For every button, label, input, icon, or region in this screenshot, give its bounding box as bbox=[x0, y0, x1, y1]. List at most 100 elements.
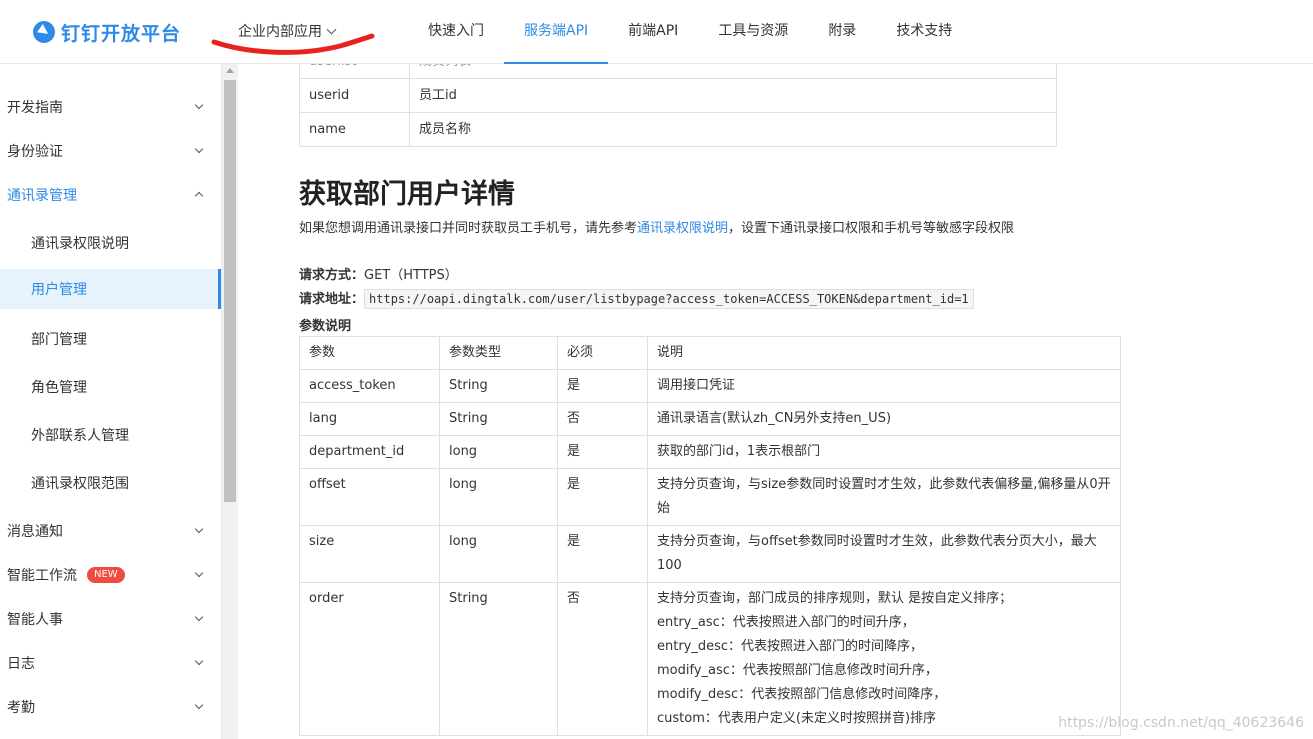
table-header-row: 参数 参数类型 必须 说明 bbox=[299, 336, 1121, 370]
table-row: userlist 成员列表 bbox=[299, 64, 1057, 79]
table-cell: 是 bbox=[557, 435, 648, 469]
table-cell: 支持分页查询，部门成员的排序规则，默认 是按自定义排序； entry_asc：代… bbox=[647, 582, 1121, 736]
chevron-down-icon bbox=[194, 524, 204, 534]
table-cell: order bbox=[299, 582, 440, 736]
logo-text: 钉钉开放平台 bbox=[61, 22, 182, 45]
chevron-down-icon bbox=[194, 100, 204, 110]
watermark: https://blog.csdn.net/qq_40623646 bbox=[1058, 715, 1304, 731]
params-table: 参数 参数类型 必须 说明 access_token String 是 调用接口… bbox=[299, 336, 1121, 736]
sidebar-item-label: 消息通知 bbox=[7, 524, 63, 540]
table-row: order String 否 支持分页查询，部门成员的排序规则，默认 是按自定义… bbox=[299, 582, 1121, 736]
sidebar-item-label: 外部联系人管理 bbox=[31, 428, 129, 444]
dingtalk-logo-icon bbox=[33, 21, 55, 43]
table-cell: String bbox=[439, 582, 558, 736]
table-cell: 是 bbox=[557, 525, 648, 583]
nav-tools-resources[interactable]: 工具与资源 bbox=[698, 0, 808, 64]
sidebar-item-label: 开发指南 bbox=[7, 100, 63, 116]
table-cell: 否 bbox=[557, 402, 648, 436]
sidebar-item-log[interactable]: 日志 bbox=[0, 641, 221, 685]
sidebar-item-user-management[interactable]: 用户管理 bbox=[0, 269, 221, 309]
sidebar-scrollbar-thumb[interactable] bbox=[224, 80, 236, 502]
table-cell: long bbox=[439, 468, 558, 526]
url-label: 请求地址： bbox=[299, 292, 365, 307]
request-method: 请求方式：GET（HTTPS） bbox=[299, 264, 458, 283]
sidebar-item-label: 用户管理 bbox=[31, 282, 87, 298]
section-title: 获取部门用户详情 bbox=[299, 179, 515, 210]
logo[interactable]: 钉钉开放平台 bbox=[33, 19, 181, 45]
table-cell: offset bbox=[299, 468, 440, 526]
table-cell: 支持分页查询，与size参数同时设置时才生效，此参数代表偏移量,偏移量从0开始 bbox=[647, 468, 1121, 526]
table-cell: access_token bbox=[299, 369, 440, 403]
sidebar-item-label: 智能人事 bbox=[7, 612, 63, 628]
table-row: name 成员名称 bbox=[299, 112, 1057, 147]
sidebar-item-attendance[interactable]: 考勤 bbox=[0, 685, 221, 729]
table-header-cell: 参数类型 bbox=[439, 336, 558, 370]
chevron-down-icon bbox=[194, 656, 204, 666]
chevron-down-icon bbox=[194, 700, 204, 710]
nav-frontend-api[interactable]: 前端API bbox=[608, 0, 698, 64]
table-cell: size bbox=[299, 525, 440, 583]
table-cell: long bbox=[439, 435, 558, 469]
sidebar-item-hr[interactable]: 智能人事 bbox=[0, 597, 221, 641]
top-header: 钉钉开放平台 企业内部应用 快速入门 服务端API 前端API 工具与资源 附录… bbox=[0, 0, 1313, 64]
intro-text: 如果您想调用通讯录接口并同时获取员工手机号，请先参考 bbox=[299, 221, 638, 236]
nav-server-api[interactable]: 服务端API bbox=[504, 0, 609, 64]
params-heading: 参数说明 bbox=[299, 315, 351, 334]
request-url: 请求地址： https://oapi.dingtalk.com/user/list… bbox=[299, 288, 974, 309]
nav-appendix[interactable]: 附录 bbox=[808, 0, 876, 64]
scroll-up-arrow-icon[interactable] bbox=[226, 68, 234, 73]
table-cell: 是 bbox=[557, 468, 648, 526]
table-cell: userid bbox=[299, 78, 410, 113]
table-cell: 通讯录语言(默认zh_CN另外支持en_US) bbox=[647, 402, 1121, 436]
sidebar-item-label: 智能工作流 bbox=[7, 568, 77, 584]
sidebar: 开发指南 身份验证 通讯录管理 通讯录权限说明 用户管理 部门管理 角色管理 外… bbox=[0, 64, 222, 739]
table-header-cell: 参数 bbox=[299, 336, 440, 370]
table-cell: 是 bbox=[557, 369, 648, 403]
intro-paragraph: 如果您想调用通讯录接口并同时获取员工手机号，请先参考通讯录权限说明，设置下通讯录… bbox=[299, 217, 1014, 236]
sidebar-item-role-management[interactable]: 角色管理 bbox=[0, 365, 221, 409]
table-row: lang String 否 通讯录语言(默认zh_CN另外支持en_US) bbox=[299, 402, 1121, 436]
sidebar-item-workflow[interactable]: 智能工作流 NEW bbox=[0, 553, 221, 597]
table-header-cell: 说明 bbox=[647, 336, 1121, 370]
sidebar-item-label: 部门管理 bbox=[31, 332, 87, 348]
response-field-table: userlist 成员列表 userid 员工id name 成员名称 bbox=[299, 64, 1057, 147]
sidebar-item-external-contacts[interactable]: 外部联系人管理 bbox=[0, 413, 221, 457]
sidebar-item-label: 通讯录权限说明 bbox=[31, 236, 129, 252]
sidebar-item-auth[interactable]: 身份验证 bbox=[0, 129, 221, 173]
table-cell: 成员名称 bbox=[409, 112, 1057, 147]
intro-text: ，设置下通讯录接口权限和手机号等敏感字段权限 bbox=[728, 221, 1015, 236]
table-cell: name bbox=[299, 112, 410, 147]
sidebar-item-label: 身份验证 bbox=[7, 144, 63, 160]
sidebar-item-label: 考勤 bbox=[7, 700, 35, 716]
table-cell: userlist bbox=[299, 64, 410, 79]
sidebar-item-messages[interactable]: 消息通知 bbox=[0, 509, 221, 553]
table-cell: 员工id bbox=[409, 78, 1057, 113]
red-annotation-stroke bbox=[211, 33, 375, 55]
table-cell: String bbox=[439, 369, 558, 403]
nav-support[interactable]: 技术支持 bbox=[876, 0, 972, 64]
permission-doc-link[interactable]: 通讯录权限说明 bbox=[637, 221, 728, 236]
chevron-down-icon bbox=[194, 144, 204, 154]
table-row: offset long 是 支持分页查询，与size参数同时设置时才生效，此参数… bbox=[299, 468, 1121, 526]
sidebar-item-contacts[interactable]: 通讯录管理 bbox=[0, 173, 221, 217]
table-cell: 否 bbox=[557, 582, 648, 736]
table-row: department_id long 是 获取的部门id，1表示根部门 bbox=[299, 435, 1121, 469]
chevron-up-icon bbox=[194, 191, 204, 201]
table-cell: long bbox=[439, 525, 558, 583]
sidebar-item-dev-guide[interactable]: 开发指南 bbox=[0, 85, 221, 129]
nav-quickstart[interactable]: 快速入门 bbox=[408, 0, 504, 64]
url-code: https://oapi.dingtalk.com/user/listbypag… bbox=[364, 289, 974, 309]
table-header-cell: 必须 bbox=[557, 336, 648, 370]
params-label: 参数说明 bbox=[299, 319, 352, 334]
sidebar-item-dept-management[interactable]: 部门管理 bbox=[0, 317, 221, 361]
table-row: userid 员工id bbox=[299, 78, 1057, 113]
sidebar-item-label: 日志 bbox=[7, 656, 35, 672]
sidebar-item-contacts-permission[interactable]: 通讯录权限说明 bbox=[0, 221, 221, 265]
table-cell: lang bbox=[299, 402, 440, 436]
new-badge: NEW bbox=[87, 567, 125, 583]
method-value: GET（HTTPS） bbox=[364, 268, 458, 283]
table-cell: 成员列表 bbox=[409, 64, 1057, 79]
sidebar-item-label: 角色管理 bbox=[31, 380, 87, 396]
table-cell: 支持分页查询，与offset参数同时设置时才生效，此参数代表分页大小，最大100 bbox=[647, 525, 1121, 583]
sidebar-item-contacts-scope[interactable]: 通讯录权限范围 bbox=[0, 461, 221, 505]
